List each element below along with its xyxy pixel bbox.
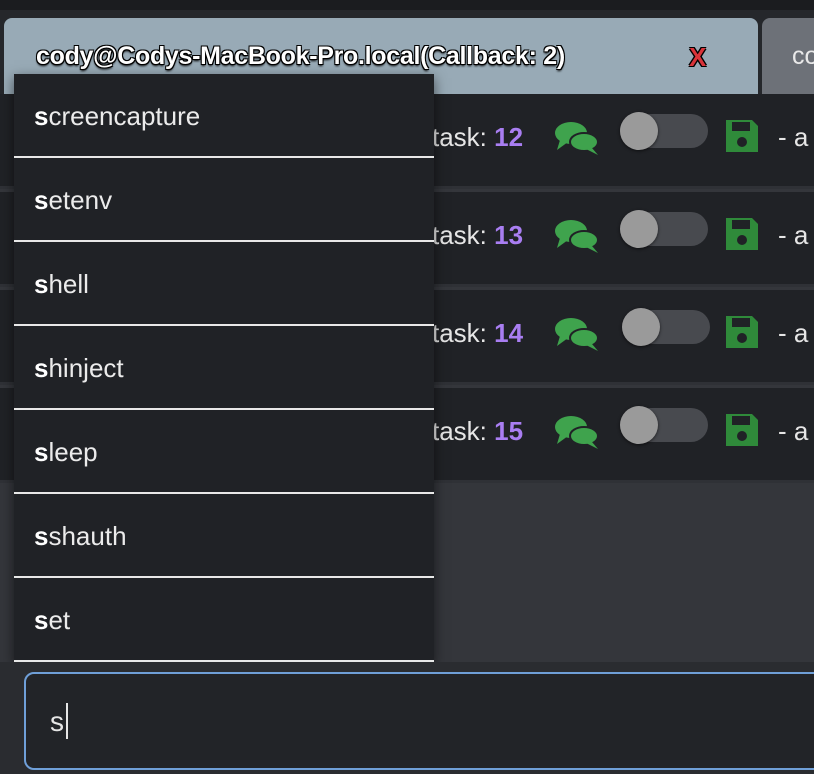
autocomplete-item-screencapture[interactable]: screencapture: [14, 74, 434, 158]
comments-icon[interactable]: [554, 218, 600, 254]
autocomplete-item-label: sleep: [34, 437, 98, 467]
autocomplete-item-shinject[interactable]: shinject: [14, 326, 434, 410]
window-top-bar: [0, 0, 814, 10]
command-input[interactable]: [24, 672, 814, 770]
task-trailing-text: - a: [778, 122, 809, 152]
autocomplete-item-sshauth[interactable]: sshauth: [14, 494, 434, 578]
comments-icon[interactable]: [554, 120, 600, 156]
task-label: task: 13: [432, 220, 524, 250]
task-trailing-text: - a: [778, 318, 809, 348]
text-caret: [66, 703, 68, 739]
autocomplete-item-label: screencapture: [34, 101, 201, 131]
save-icon[interactable]: [724, 412, 760, 448]
toggle-knob: [620, 112, 658, 150]
toggle-knob: [622, 308, 660, 346]
comments-icon[interactable]: [554, 316, 600, 352]
command-input-value: s: [50, 706, 64, 737]
task-number[interactable]: 13: [494, 220, 523, 250]
autocomplete-item-label: shell: [34, 269, 89, 299]
task-trailing-text: - a: [778, 416, 809, 446]
save-icon[interactable]: [724, 118, 760, 154]
autocomplete-item-shell[interactable]: shell: [14, 242, 434, 326]
tab-other-callback-label: cody@: [792, 42, 814, 70]
autocomplete-item-sleep[interactable]: sleep: [14, 410, 434, 494]
task-number[interactable]: 15: [494, 416, 523, 446]
task-toggle[interactable]: [622, 308, 710, 346]
task-label: task: 15: [432, 416, 524, 446]
task-number[interactable]: 12: [494, 122, 523, 152]
tab-callback-2-label: cody@Codys-MacBook-Pro.local(Callback: 2…: [36, 42, 565, 70]
autocomplete-item-label: setenv: [34, 185, 113, 215]
task-label: task: 12: [432, 122, 524, 152]
task-toggle[interactable]: [620, 406, 708, 444]
tab-close-button[interactable]: X: [689, 42, 706, 73]
toggle-knob: [620, 406, 658, 444]
autocomplete-dropdown: screencapture setenv shell shinject slee…: [14, 74, 434, 662]
comments-icon[interactable]: [554, 414, 600, 450]
autocomplete-item-setenv[interactable]: setenv: [14, 158, 434, 242]
save-icon[interactable]: [724, 314, 760, 350]
task-toggle[interactable]: [620, 112, 708, 150]
task-trailing-text: - a: [778, 220, 809, 250]
autocomplete-item-label: set: [34, 605, 71, 635]
task-number[interactable]: 14: [494, 318, 523, 348]
task-label: task: 14: [432, 318, 524, 348]
toggle-knob: [620, 210, 658, 248]
autocomplete-item-label: shinject: [34, 353, 124, 383]
tab-other-callback[interactable]: cody@: [762, 18, 814, 94]
autocomplete-item-label: sshauth: [34, 521, 127, 551]
task-toggle[interactable]: [620, 210, 708, 248]
autocomplete-item-set[interactable]: set: [14, 578, 434, 662]
save-icon[interactable]: [724, 216, 760, 252]
